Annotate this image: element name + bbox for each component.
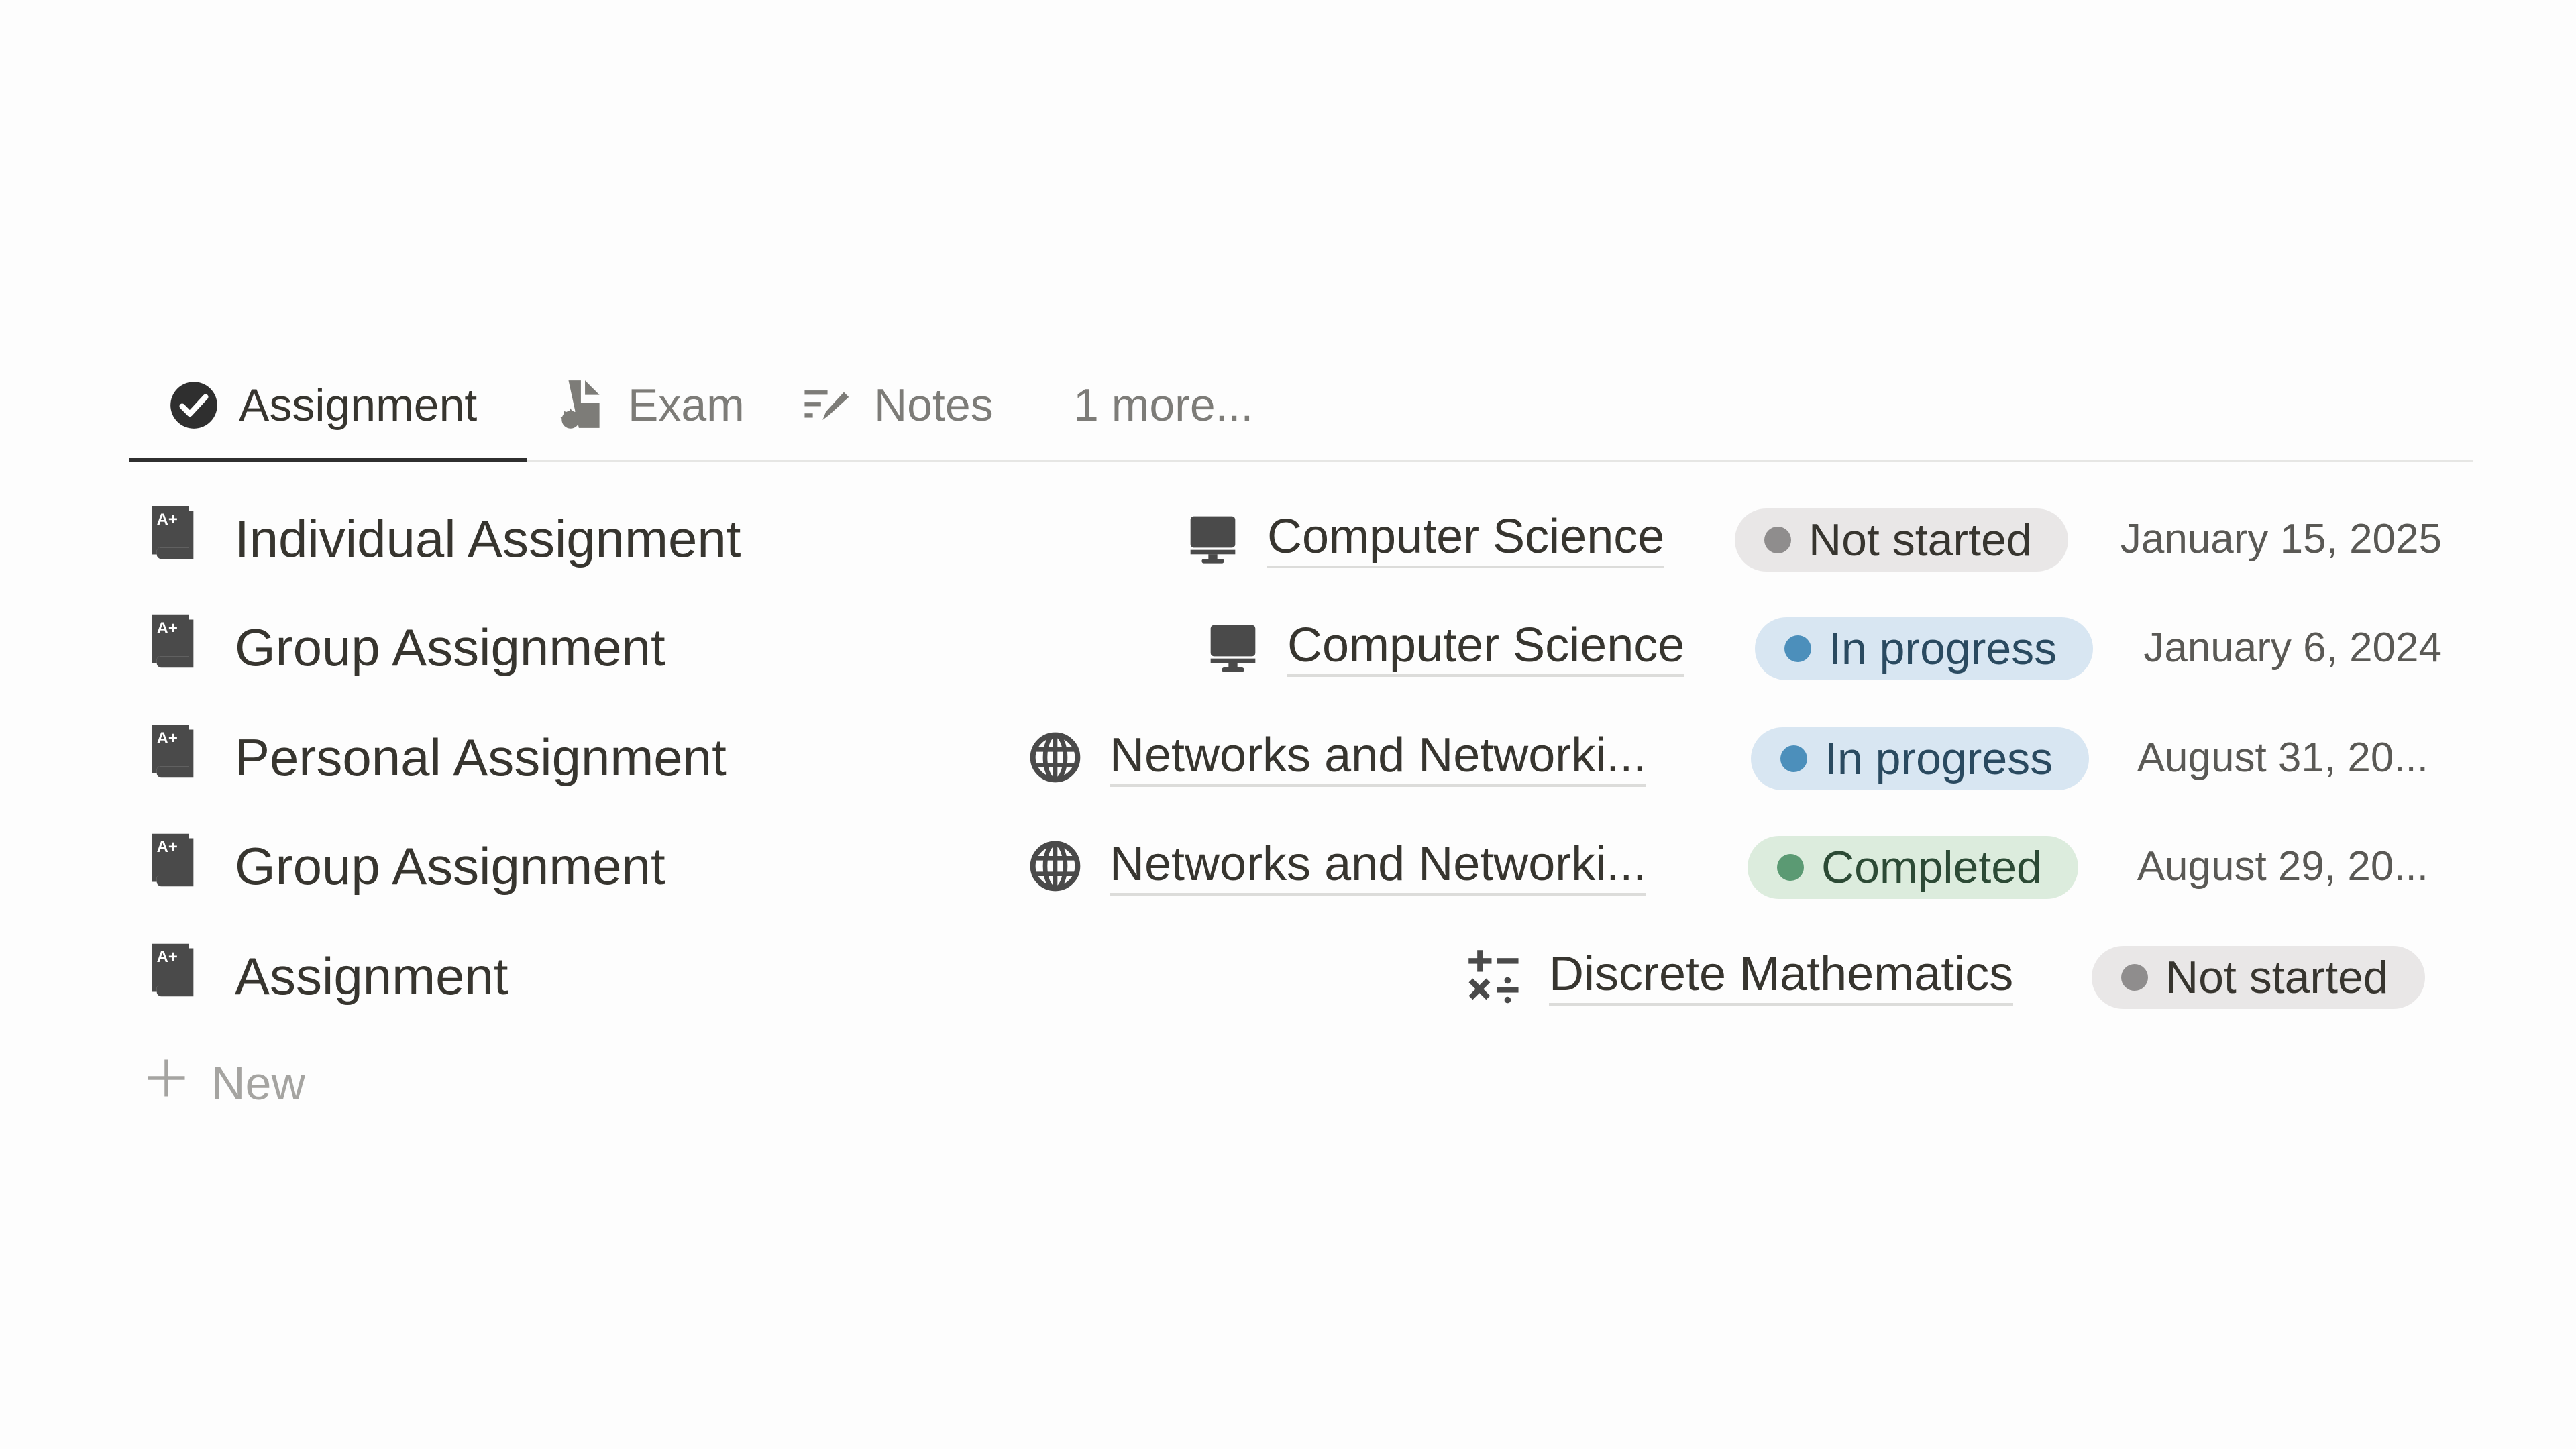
status-dot: [1780, 745, 1807, 772]
status-dot: [1777, 854, 1804, 881]
course-relation[interactable]: Computer Science: [1204, 597, 1685, 698]
status-badge[interactable]: Not started: [1735, 508, 2068, 572]
tab-more[interactable]: 1 more...: [1073, 349, 1253, 462]
grade-book-icon: A+: [148, 612, 203, 683]
row-title-text: Assignment: [235, 946, 508, 1006]
new-label: New: [211, 1057, 306, 1110]
status-label: Not started: [1809, 515, 2032, 566]
exam-document-badge-icon: [557, 379, 609, 431]
status-badge[interactable]: In progress: [1751, 727, 2090, 790]
course-label: Networks and Networki...: [1110, 728, 1647, 788]
course-relation[interactable]: Computer Science: [1184, 488, 1665, 589]
status-dot: [1784, 635, 1811, 662]
tab-label: Exam: [628, 380, 745, 431]
status-label: Not started: [2165, 952, 2389, 1003]
course-label: Computer Science: [1287, 618, 1685, 678]
status-label: Completed: [1821, 842, 2042, 893]
globe-icon: [1026, 729, 1084, 786]
due-date: January 15, 2025: [2120, 515, 2442, 562]
active-tab-indicator: [129, 458, 527, 462]
status-dot: [2121, 964, 2148, 991]
table-row[interactable]: A+ Personal Assignment Networks and Netw…: [148, 707, 2442, 808]
row-title[interactable]: A+ Assignment: [148, 926, 508, 1026]
due-date: August 31, 20...: [2137, 734, 2428, 781]
course-label: Networks and Networki...: [1110, 837, 1647, 896]
grade-book-icon: A+: [148, 504, 203, 574]
svg-text:A+: A+: [157, 729, 178, 747]
status-label: In progress: [1825, 733, 2053, 784]
svg-text:A+: A+: [157, 948, 178, 966]
row-title[interactable]: A+ Group Assignment: [148, 816, 665, 916]
course-relation[interactable]: Networks and Networki...: [1026, 707, 1647, 808]
tab-label: 1 more...: [1073, 380, 1254, 431]
tab-label: Notes: [874, 380, 994, 431]
course-relation[interactable]: Discrete Mathematics: [1466, 926, 2014, 1026]
plus-icon: [144, 1056, 189, 1111]
grade-book-icon: A+: [148, 941, 203, 1012]
due-date: August 29, 20...: [2137, 843, 2428, 890]
svg-text:A+: A+: [157, 838, 178, 856]
row-title-text: Individual Assignment: [235, 508, 741, 568]
table-row[interactable]: A+ Individual Assignment Computer Scienc…: [148, 488, 2442, 589]
svg-text:A+: A+: [157, 511, 178, 529]
row-title[interactable]: A+ Personal Assignment: [148, 707, 727, 808]
tab-assignment[interactable]: Assignment: [168, 349, 477, 462]
tab-notes[interactable]: Notes: [803, 349, 994, 462]
monitor-icon: [1204, 619, 1262, 676]
due-date: January 6, 2024: [2143, 624, 2442, 671]
tab-exam[interactable]: Exam: [557, 349, 745, 462]
globe-icon: [1026, 837, 1084, 895]
row-title-text: Personal Assignment: [235, 727, 727, 787]
grade-book-icon: A+: [148, 831, 203, 902]
status-dot: [1764, 527, 1791, 553]
course-relation[interactable]: Networks and Networki...: [1026, 816, 1647, 916]
table-row[interactable]: A+ Group Assignment Computer Science In …: [148, 597, 2442, 698]
row-title-text: Group Assignment: [235, 617, 665, 677]
tab-label: Assignment: [239, 380, 478, 431]
status-badge[interactable]: Not started: [2092, 946, 2425, 1009]
status-label: In progress: [1829, 623, 2057, 674]
status-badge[interactable]: In progress: [1755, 617, 2094, 680]
notes-pencil-icon: [803, 379, 855, 431]
row-title[interactable]: A+ Group Assignment: [148, 597, 665, 698]
new-item-button[interactable]: New: [144, 1046, 305, 1120]
check-circle-icon: [168, 379, 220, 431]
svg-text:A+: A+: [157, 619, 178, 637]
view-tabs: Assignment Exam Notes 1 more...: [129, 349, 2473, 463]
status-badge[interactable]: Completed: [1748, 836, 2078, 899]
course-label: Discrete Mathematics: [1549, 947, 2014, 1006]
table-row[interactable]: A+ Assignment Discrete Mathematics Not s…: [148, 926, 2442, 1026]
monitor-icon: [1184, 510, 1242, 568]
course-label: Computer Science: [1267, 509, 1665, 569]
math-operators-icon: [1466, 947, 1523, 1005]
row-title-text: Group Assignment: [235, 836, 665, 896]
row-title[interactable]: A+ Individual Assignment: [148, 488, 741, 589]
grade-book-icon: A+: [148, 722, 203, 793]
table-row[interactable]: A+ Group Assignment Networks and Network…: [148, 816, 2442, 916]
